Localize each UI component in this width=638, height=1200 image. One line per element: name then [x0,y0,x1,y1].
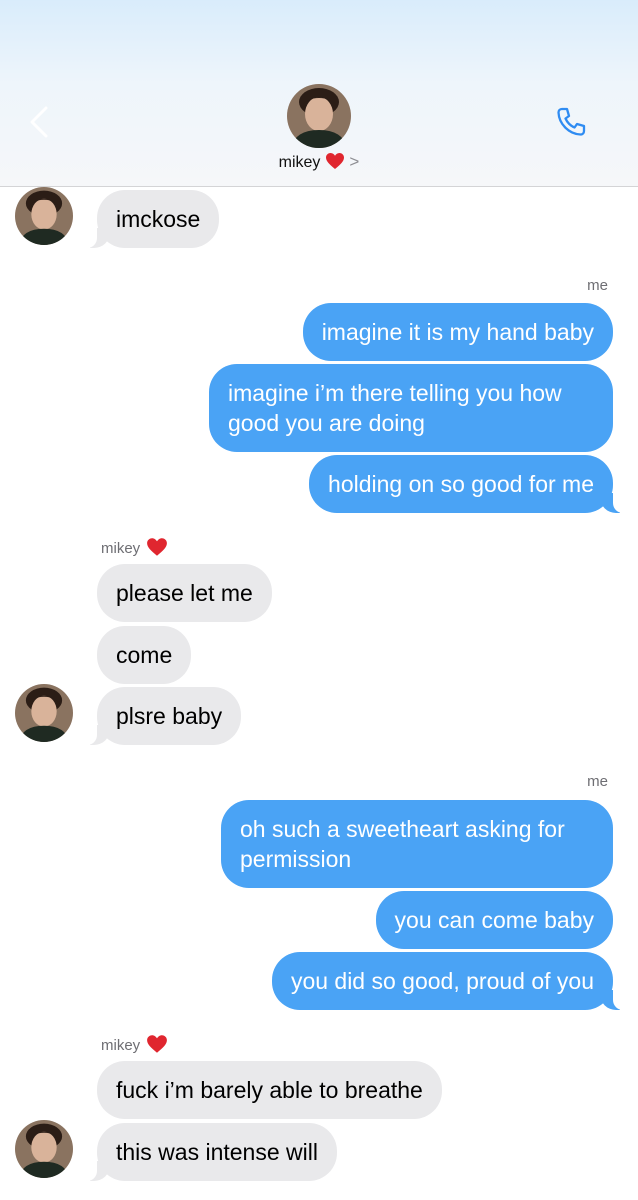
heart-icon [146,1034,168,1058]
chevron-right-icon: > [349,152,360,171]
avatar-photo [15,1120,73,1178]
outgoing-message[interactable]: you can come baby [375,891,613,949]
contact-name-row[interactable]: mikey > [0,152,638,175]
sender-avatar[interactable] [15,1120,73,1178]
sender-name: mikey [101,540,141,557]
sender-avatar[interactable] [15,684,73,742]
avatar-photo [15,684,73,742]
avatar-photo [15,187,73,245]
outgoing-message[interactable]: oh such a sweetheart asking for permissi… [221,800,613,888]
outgoing-message[interactable]: imagine it is my hand baby [302,303,613,361]
outgoing-message[interactable]: you did so good, proud of you [271,952,625,1010]
incoming-message[interactable]: this was intense will [86,1123,337,1181]
contact-avatar[interactable] [287,84,351,148]
conversation-header: mikey > [0,0,638,187]
incoming-message[interactable]: come [97,626,192,684]
sender-avatar[interactable] [15,187,73,245]
sender-label-mikey: mikey [101,1034,168,1058]
call-button[interactable] [553,104,589,140]
message-thread[interactable]: imckose me imagine it is my hand baby im… [0,187,638,1200]
sender-label-mikey: mikey [101,537,168,561]
chevron-left-icon [30,106,48,138]
incoming-message[interactable]: imckose [85,190,220,248]
outgoing-message[interactable]: imagine i’m there telling you how good y… [209,364,613,452]
heart-icon [325,152,345,175]
avatar-photo [287,84,351,148]
sender-label-me: me [587,277,608,294]
incoming-message[interactable]: plsre baby [85,687,242,745]
sender-name: mikey [101,1037,141,1054]
incoming-message[interactable]: fuck i’m barely able to breathe [97,1061,442,1119]
incoming-message[interactable]: please let me [97,564,272,622]
heart-icon [146,537,168,561]
back-button[interactable] [22,100,56,144]
outgoing-message[interactable]: holding on so good for me [309,455,624,513]
phone-icon [557,107,586,136]
sender-label-me: me [587,773,608,790]
contact-name: mikey [278,154,321,171]
